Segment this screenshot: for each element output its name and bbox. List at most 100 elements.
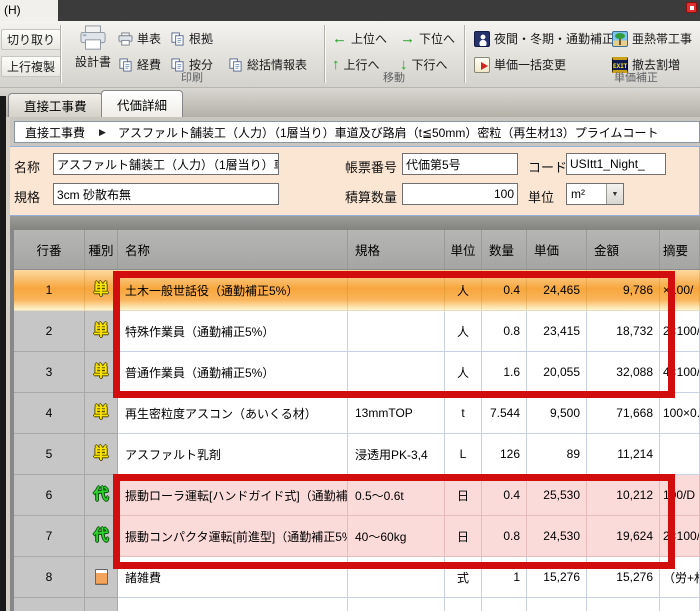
subtropical-work-button[interactable]: 亜熱帯工事 (612, 30, 692, 47)
anbun-label: 按分 (189, 56, 213, 73)
column-header-note[interactable]: 摘要 (660, 230, 700, 269)
cell-unit[interactable]: L (445, 434, 482, 475)
snowman-icon (474, 31, 490, 47)
menu-item-help[interactable]: (H) (0, 0, 58, 21)
column-header-type[interactable]: 種別 (85, 230, 118, 269)
column-header-name[interactable]: 名称 (118, 230, 348, 269)
cell-spec[interactable] (348, 598, 445, 611)
cell-unit[interactable]: t (445, 393, 482, 434)
document-icon (228, 58, 243, 72)
konkyo-print-button[interactable]: 根拠 (170, 30, 213, 47)
column-header-spec[interactable]: 規格 (348, 230, 445, 269)
move-up-level-button[interactable]: ← 上位へ (332, 30, 387, 47)
cell-no[interactable]: 1 (14, 270, 85, 311)
column-header-row-no[interactable]: 行番 (14, 230, 85, 269)
cell-name[interactable]: 再生密粒度アスコン（あいくる材） (118, 393, 348, 434)
table-row[interactable]: 4単再生密粒度アスコン（あいくる材）13mmTOPt7.5449,50071,6… (14, 393, 700, 434)
palm-tree-icon (612, 31, 628, 47)
spec-label: 規格 (14, 187, 40, 206)
move-down-level-button[interactable]: → 下位へ (400, 30, 455, 47)
report-number-field[interactable]: 代価第5号 (402, 153, 518, 175)
anbun-print-button[interactable]: 按分 (170, 56, 213, 73)
cell-spec[interactable]: 浸透用PK-3,4 (348, 434, 445, 475)
cell-name[interactable] (118, 598, 348, 611)
tab-strip: 直接工事費 代価詳細 (0, 88, 700, 117)
cell-qty[interactable]: 7.544 (482, 393, 527, 434)
breadcrumb-bar: 直接工事費 ▶ アスファルト舗装工（人力）（1層当り）車道及び路肩（t≦50mm… (6, 117, 700, 146)
design-document-button[interactable]: 設計書 (68, 25, 118, 70)
unit-select-value: m² (567, 187, 606, 201)
cell-price[interactable]: 89 (527, 434, 587, 475)
corner-red-icon[interactable] (686, 2, 697, 13)
duplicate-row-button[interactable]: 上行複製 (1, 56, 61, 77)
group-caption-print: 印刷 (62, 72, 322, 86)
cell-no[interactable]: 2 (14, 311, 85, 352)
code-field[interactable]: USItt1_Night_ (566, 153, 666, 175)
summary-info-button[interactable]: 総括情報表 (228, 56, 307, 73)
cell-qty[interactable] (482, 598, 527, 611)
cell-amount[interactable] (587, 598, 660, 611)
estimate-qty-label: 積算数量 (345, 187, 397, 206)
document-icon (170, 32, 185, 46)
chevron-down-icon[interactable]: ▼ (606, 184, 623, 204)
cell-price[interactable]: 9,500 (527, 393, 587, 434)
move-down-row-button[interactable]: ↓ 下行へ (400, 56, 448, 73)
night-winter-commute-adjust-button[interactable]: 夜間・冬期・通勤補正 (474, 30, 614, 47)
panel-splitter[interactable] (6, 216, 700, 230)
cell-note[interactable] (660, 598, 700, 611)
keihi-print-button[interactable]: 経費 (118, 56, 161, 73)
type-kanji-icon: 単 (93, 364, 108, 380)
column-header-qty[interactable]: 数量 (482, 230, 527, 269)
table-row[interactable] (14, 598, 700, 611)
cell-no[interactable]: 7 (14, 516, 85, 557)
column-header-amount[interactable]: 金額 (587, 230, 660, 269)
night-winter-commute-label: 夜間・冬期・通勤補正 (494, 30, 614, 47)
move-up-row-button[interactable]: ↑ 上行へ (332, 56, 380, 73)
column-header-price[interactable]: 単価 (527, 230, 587, 269)
cell-note[interactable] (660, 434, 700, 475)
keihi-label: 経費 (137, 56, 161, 73)
group-caption-move: 移動 (326, 72, 462, 86)
cell-no[interactable]: 3 (14, 352, 85, 393)
cell-type[interactable] (85, 598, 118, 611)
cell-qty[interactable]: 126 (482, 434, 527, 475)
cut-button[interactable]: 切り取り (1, 29, 61, 50)
tab-direct-cost[interactable]: 直接工事費 (8, 93, 103, 117)
cell-no[interactable]: 6 (14, 475, 85, 516)
cell-note[interactable]: 100×0. (660, 393, 700, 434)
cell-name[interactable]: アスファルト乳剤 (118, 434, 348, 475)
cell-no[interactable]: 5 (14, 434, 85, 475)
printer-small-icon (118, 32, 133, 46)
cell-spec[interactable]: 13mmTOP (348, 393, 445, 434)
table-row[interactable]: 5単アスファルト乳剤浸透用PK-3,4L1268911,214 (14, 434, 700, 475)
tanpyo-print-button[interactable]: 単表 (118, 30, 161, 47)
type-kanji-icon: 単 (93, 282, 108, 298)
duplicate-row-button-label: 上行複製 (7, 58, 55, 75)
move-up-level-label: 上位へ (351, 30, 387, 47)
removal-surcharge-button[interactable]: EXIT 撤去割増 (612, 56, 680, 73)
breadcrumb-root[interactable]: 直接工事費 (15, 124, 95, 141)
exit-icon: EXIT (612, 57, 628, 73)
summary-info-label: 総括情報表 (247, 56, 307, 73)
estimate-qty-field[interactable]: 100 (402, 183, 518, 205)
tab-daika-detail[interactable]: 代価詳細 (101, 90, 183, 117)
name-field[interactable]: アスファルト舗装工（人力）（1層当り）車道及び (53, 153, 279, 175)
cell-no[interactable] (14, 598, 85, 611)
cell-type[interactable]: 単 (85, 434, 118, 475)
column-header-unit[interactable]: 単位 (445, 230, 482, 269)
arrow-right-icon: → (400, 32, 415, 46)
cell-no[interactable]: 4 (14, 393, 85, 434)
unit-select[interactable]: m² ▼ (566, 183, 624, 205)
bulk-price-change-button[interactable]: 単価一括変更 (474, 56, 566, 73)
bulk-price-change-label: 単価一括変更 (494, 56, 566, 73)
spec-field[interactable]: 3cm 砂散布無 (53, 183, 279, 205)
cell-type[interactable]: 単 (85, 393, 118, 434)
printer-icon (78, 25, 108, 51)
toolbar-group-edit: 切り取り 上行複製 (0, 23, 58, 86)
cell-unit[interactable] (445, 598, 482, 611)
cell-price[interactable] (527, 598, 587, 611)
cell-amount[interactable]: 71,668 (587, 393, 660, 434)
cell-no[interactable]: 8 (14, 557, 85, 598)
annotation-rectangle-rows-1-3 (113, 271, 675, 398)
cell-amount[interactable]: 11,214 (587, 434, 660, 475)
